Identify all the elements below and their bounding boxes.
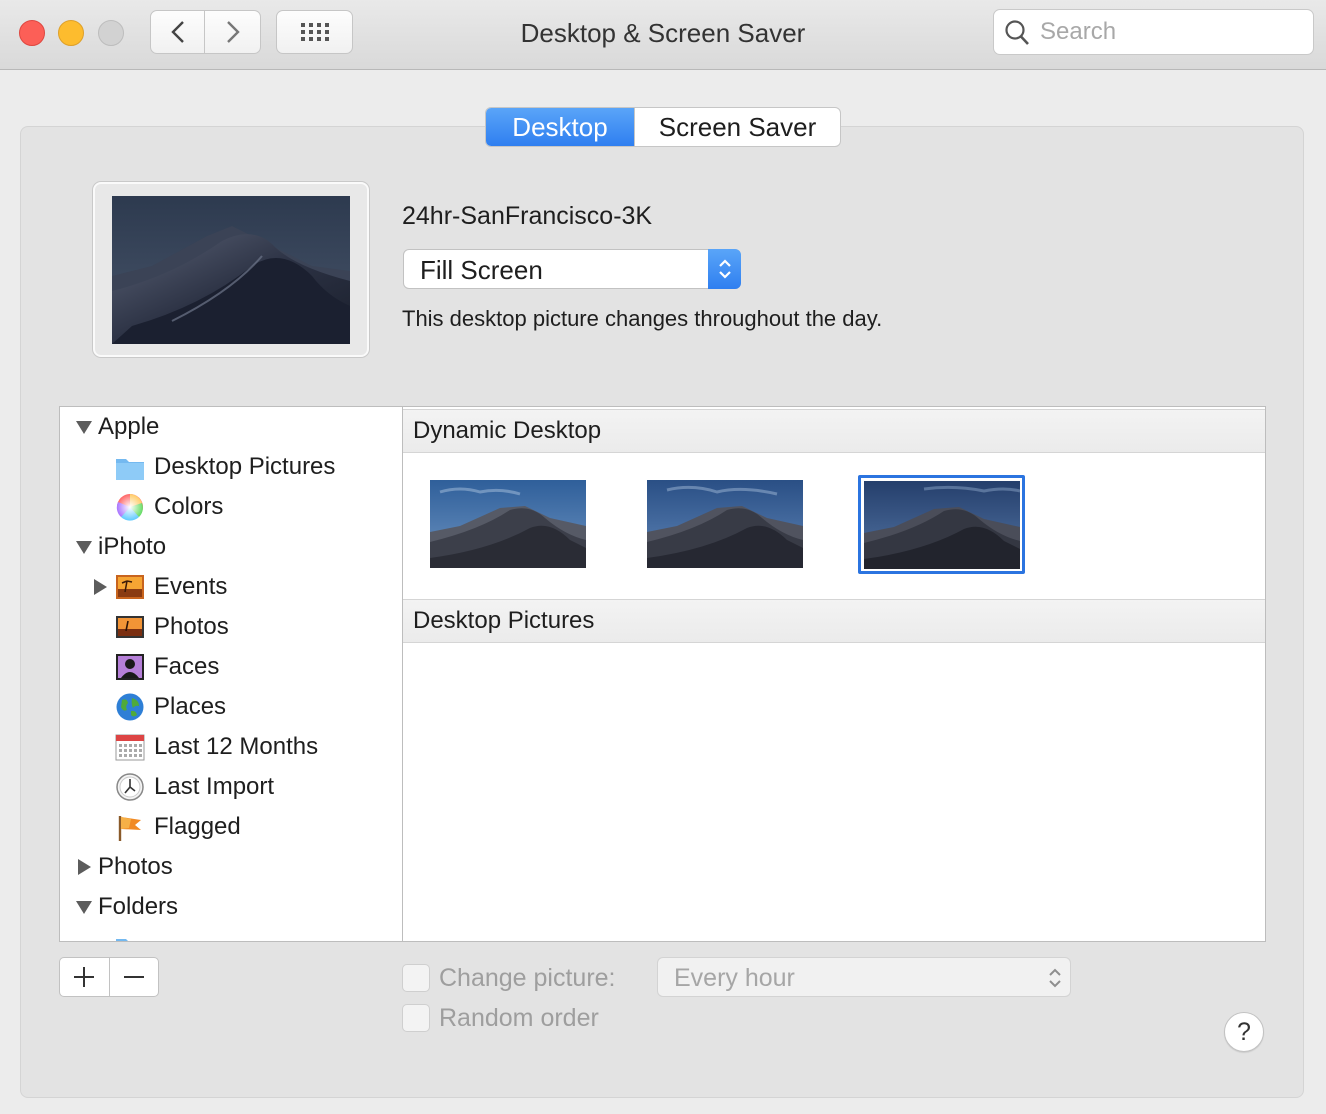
- tab-control: Desktop Screen Saver: [485, 107, 841, 147]
- close-window-button[interactable]: [19, 20, 45, 46]
- tab-desktop[interactable]: Desktop: [486, 108, 634, 146]
- zoom-window-button[interactable]: [98, 20, 124, 46]
- grid-icon: [300, 23, 329, 41]
- change-interval-popup[interactable]: Every hour: [657, 957, 1071, 997]
- disclosure-expanded-icon[interactable]: [76, 541, 92, 554]
- mojave-dynamic-thumbnail-1[interactable]: [430, 480, 586, 568]
- source-item-faces[interactable]: Faces: [60, 647, 402, 687]
- picture-description: This desktop picture changes throughout …: [402, 306, 883, 331]
- source-item-colors[interactable]: Colors: [60, 487, 402, 527]
- add-remove-control: [59, 957, 159, 997]
- image-browser: Dynamic Desktop Desktop Pictures: [402, 406, 1266, 942]
- source-group-folders[interactable]: Folders: [60, 887, 402, 927]
- fit-option-popup[interactable]: Fill Screen: [403, 249, 741, 289]
- search-field[interactable]: [993, 9, 1314, 55]
- current-picture-preview: [93, 182, 369, 357]
- popup-arrows-icon: [708, 249, 741, 289]
- disclosure-collapsed-icon[interactable]: [78, 859, 91, 875]
- mojave-dynamic-thumbnail-2[interactable]: [647, 480, 803, 568]
- minimize-window-button[interactable]: [58, 20, 84, 46]
- change-picture-label: Change picture:: [439, 964, 616, 992]
- mojave-dynamic-thumbnail-3[interactable]: [864, 481, 1020, 569]
- show-all-button[interactable]: [276, 10, 353, 54]
- source-label: Apple: [98, 413, 160, 440]
- source-label: Flagged: [154, 813, 241, 840]
- fit-option-value: Fill Screen: [420, 255, 543, 285]
- source-item-last-import[interactable]: Last Import: [60, 767, 402, 807]
- source-item-photos[interactable]: Photos: [60, 607, 402, 647]
- clock-icon: [116, 773, 144, 801]
- disclosure-expanded-icon[interactable]: [76, 421, 92, 434]
- events-icon: [116, 575, 144, 599]
- minus-icon: [123, 976, 144, 978]
- source-label: Last Import: [154, 773, 275, 800]
- flag-icon: [118, 816, 141, 841]
- source-item-events[interactable]: Events: [60, 567, 402, 607]
- search-input[interactable]: [1040, 10, 1300, 54]
- source-label: Places: [154, 693, 227, 720]
- random-order-label: Random order: [439, 1004, 599, 1032]
- change-interval-value: Every hour: [674, 964, 795, 992]
- section-header-desktop-pictures: Desktop Pictures: [403, 599, 1265, 643]
- chevron-right-icon: [226, 21, 240, 43]
- source-group-apple[interactable]: Apple: [60, 407, 402, 447]
- source-item-flagged[interactable]: Flagged: [60, 807, 402, 847]
- chevron-left-icon: [170, 21, 184, 43]
- change-picture-checkbox[interactable]: [402, 964, 430, 992]
- disclosure-collapsed-icon[interactable]: [94, 579, 107, 595]
- source-group-photos[interactable]: Photos: [60, 847, 402, 887]
- title-bar: Desktop & Screen Saver: [0, 0, 1326, 70]
- source-label: Last 12 Months: [154, 733, 319, 760]
- source-group-iphoto[interactable]: iPhoto: [60, 527, 402, 567]
- source-item-clipped-folder[interactable]: [60, 927, 402, 941]
- disclosure-expanded-icon[interactable]: [76, 901, 92, 914]
- help-button[interactable]: ?: [1224, 1012, 1264, 1052]
- mojave-preview-image: [112, 196, 350, 344]
- add-folder-button[interactable]: [60, 958, 109, 996]
- source-label: iPhoto: [98, 533, 167, 560]
- source-label: Faces: [154, 653, 220, 680]
- source-label: Folders: [98, 893, 179, 920]
- random-order-checkbox[interactable]: [402, 1004, 430, 1032]
- source-label: Desktop Pictures: [154, 453, 336, 480]
- popup-arrows-icon: [1049, 968, 1061, 988]
- section-header-dynamic-desktop: Dynamic Desktop: [403, 409, 1265, 453]
- tab-screen-saver[interactable]: Screen Saver: [634, 108, 840, 146]
- source-label: Photos: [98, 853, 173, 880]
- folder-icon: [116, 939, 128, 941]
- forward-button[interactable]: [205, 10, 261, 54]
- search-icon: [1005, 20, 1029, 45]
- source-list: Apple Desktop Pictures Colors iPhoto Eve…: [59, 406, 403, 942]
- plus-icon: [74, 967, 95, 987]
- faces-icon: [116, 654, 144, 680]
- photos-icon: [116, 616, 144, 638]
- source-label: Photos: [154, 613, 229, 640]
- source-label: Colors: [154, 493, 224, 520]
- picture-name: 24hr-SanFrancisco-3K: [402, 202, 653, 230]
- back-button[interactable]: [150, 10, 205, 54]
- source-item-last-12-months[interactable]: Last 12 Months: [60, 727, 402, 767]
- folder-icon: [116, 459, 144, 480]
- color-wheel-icon: [116, 494, 143, 521]
- source-item-places[interactable]: Places: [60, 687, 402, 727]
- source-label: Events: [154, 573, 228, 600]
- calendar-icon: [115, 734, 145, 761]
- source-item-desktop-pictures[interactable]: Desktop Pictures: [60, 447, 402, 487]
- remove-folder-button[interactable]: [108, 958, 158, 996]
- globe-icon: [116, 693, 144, 721]
